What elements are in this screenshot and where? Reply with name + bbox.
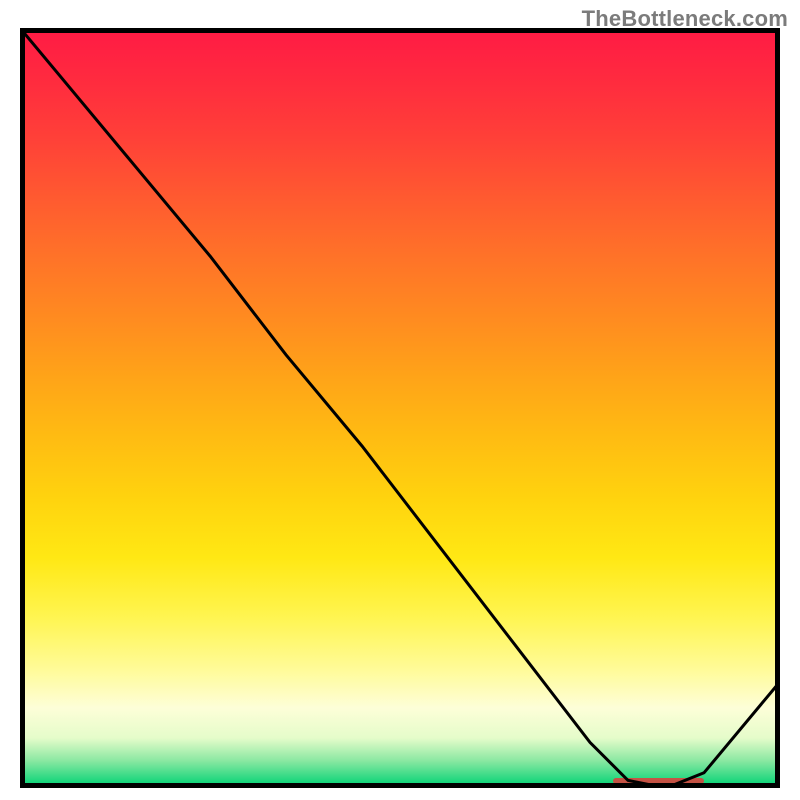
plot-frame — [20, 28, 780, 788]
plot-area — [20, 28, 780, 788]
chart-container: TheBottleneck.com — [0, 0, 800, 800]
